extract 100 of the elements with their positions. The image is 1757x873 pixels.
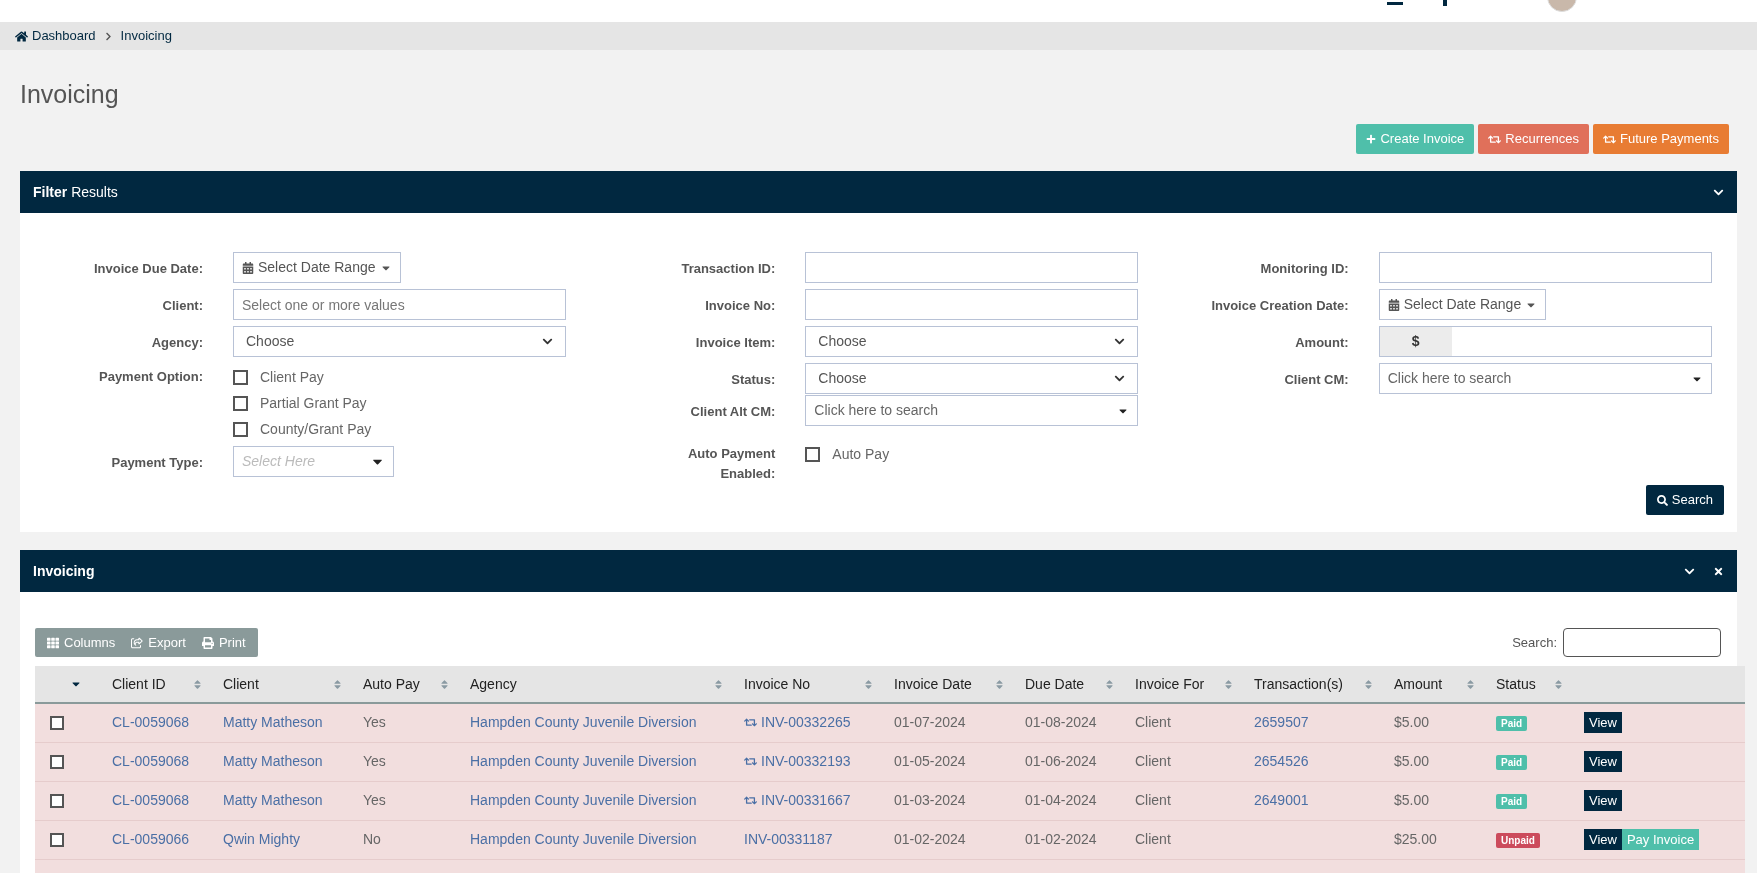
client-id-link[interactable]: CL-0059066 — [112, 831, 190, 847]
field-label: Amount: — [1294, 334, 1349, 352]
action-button[interactable]: Create Invoice — [1356, 124, 1475, 154]
text-field[interactable] — [805, 252, 1139, 283]
checkbox-label: County/Grant Pay — [260, 420, 372, 439]
status-badge: Paid — [1496, 716, 1528, 732]
chevron-icon — [103, 31, 113, 41]
column-header[interactable]: Auto Pay — [363, 673, 470, 695]
action-button[interactable]: Recurrences — [1478, 124, 1589, 154]
search-button[interactable]: Search — [1645, 485, 1724, 515]
search-select-field[interactable]: Click here to search — [805, 395, 1139, 426]
agency-link[interactable]: Hampden County Juvenile Diversion — [470, 714, 697, 731]
field-label: Auto Payment Enabled: — [686, 445, 776, 483]
row-checkbox[interactable] — [50, 754, 64, 769]
search-select-field[interactable]: Click here to search — [1378, 363, 1712, 394]
client-link[interactable]: Matty Matheson — [223, 714, 323, 731]
checkbox[interactable] — [805, 447, 821, 462]
column-header[interactable]: Status — [1496, 673, 1584, 695]
view-button[interactable]: View — [1584, 790, 1622, 811]
transaction-link[interactable]: 2649001 — [1254, 792, 1309, 808]
toolbar-button[interactable]: Export — [123, 632, 194, 653]
table-cell: Client — [1135, 831, 1171, 847]
toolbar-button[interactable]: Columns — [39, 632, 124, 653]
field-label: Agency: — [150, 334, 203, 352]
invoice-link[interactable]: INV-00332265 — [744, 712, 894, 734]
field-label: Payment Option: — [98, 368, 203, 386]
checkbox[interactable] — [233, 370, 248, 385]
table-search-field[interactable] — [1563, 628, 1721, 657]
invoice-link[interactable]: INV-00331187 — [744, 829, 894, 850]
checkbox[interactable] — [233, 396, 248, 411]
view-button[interactable]: View — [1584, 751, 1622, 772]
transaction-link[interactable]: 2654526 — [1254, 753, 1309, 769]
sort-icon — [713, 678, 724, 690]
select-dropdown[interactable]: Choose — [805, 326, 1139, 357]
invoice-link[interactable]: INV-00332193 — [744, 751, 894, 772]
client-id-link[interactable]: CL-0059068 — [112, 714, 190, 731]
client-id-link[interactable]: CL-0059068 — [112, 753, 190, 769]
table-cell: 01-03-2024 — [894, 792, 966, 808]
row-checkbox[interactable] — [50, 832, 64, 847]
text-field[interactable] — [805, 289, 1139, 320]
table-cell: 01-04-2024 — [1025, 792, 1097, 808]
sort-icon — [994, 678, 1005, 690]
chevron-icon — [1114, 373, 1126, 384]
column-header[interactable]: Invoice Date — [894, 673, 1025, 695]
client-link[interactable]: Matty Matheson — [223, 753, 323, 769]
search-icon — [1656, 494, 1668, 506]
agency-link[interactable]: Hampden County Juvenile Diversion — [470, 753, 697, 769]
checkbox[interactable] — [233, 422, 248, 437]
transaction-link[interactable]: 2659507 — [1254, 714, 1309, 731]
export-icon — [131, 636, 144, 649]
table-cell: Yes — [363, 792, 386, 808]
action-button[interactable]: Future Payments — [1593, 124, 1729, 154]
column-header[interactable]: Invoice No — [744, 673, 894, 695]
table-cell: No — [363, 831, 381, 847]
text-field[interactable]: Select one or more values — [233, 289, 566, 320]
table-cell: Yes — [363, 753, 386, 769]
client-id-link[interactable]: CL-0059068 — [112, 792, 190, 808]
status-badge: Unpaid — [1496, 833, 1540, 848]
sort-icon — [1363, 678, 1374, 690]
invoice-link[interactable]: INV-00331667 — [744, 790, 894, 811]
pay-invoice-button[interactable]: Pay Invoice — [1621, 829, 1700, 850]
column-header[interactable]: Client — [223, 673, 363, 695]
column-header[interactable]: Amount — [1394, 673, 1496, 695]
date-range-button[interactable]: Select Date Range — [1378, 289, 1547, 320]
table-cell: $5.00 — [1394, 792, 1430, 808]
column-header[interactable]: Due Date — [1025, 673, 1135, 695]
text-field[interactable] — [1378, 252, 1712, 283]
field-label: Status: — [730, 371, 776, 389]
sort-icon — [439, 678, 450, 690]
agency-link[interactable]: Hampden County Juvenile Diversion — [470, 792, 697, 808]
row-checkbox[interactable] — [50, 793, 64, 808]
client-link[interactable]: Matty Matheson — [223, 792, 323, 808]
column-header[interactable]: Invoice For — [1135, 673, 1254, 695]
column-header[interactable]: Transaction(s) — [1254, 673, 1394, 695]
view-button[interactable]: View — [1584, 712, 1622, 734]
field-label: Transaction ID: — [680, 260, 776, 278]
column-header[interactable]: Client ID — [112, 673, 223, 695]
select-dropdown[interactable]: Choose — [233, 326, 566, 357]
amount-field[interactable]: $ — [1378, 326, 1712, 357]
breadcrumb-link[interactable]: Invoicing — [120, 26, 172, 46]
table-cell: 01-06-2024 — [1025, 753, 1097, 769]
table-cell: Client — [1135, 753, 1171, 769]
date-range-button[interactable]: Select Date Range — [233, 252, 401, 283]
breadcrumb-link[interactable]: Dashboard — [15, 26, 96, 46]
close-icon[interactable] — [1713, 565, 1724, 577]
agency-link[interactable]: Hampden County Juvenile Diversion — [470, 831, 697, 847]
table-cell: $5.00 — [1394, 753, 1430, 769]
table-cell: $5.00 — [1394, 714, 1430, 731]
toolbar-button[interactable]: Print — [193, 632, 254, 653]
field-label: Invoice No: — [704, 297, 776, 315]
row-checkbox[interactable] — [50, 715, 64, 730]
sort-icon — [192, 678, 203, 690]
repeat-icon — [744, 794, 757, 807]
table-cell: 01-08-2024 — [1025, 714, 1097, 731]
select-dropdown[interactable]: Choose — [805, 363, 1139, 394]
view-button[interactable]: View — [1584, 829, 1622, 850]
column-header[interactable]: Agency — [470, 673, 744, 695]
chevron-icon — [542, 336, 553, 347]
search-label: Search: — [1512, 633, 1557, 652]
client-link[interactable]: Qwin Mighty — [223, 831, 301, 847]
